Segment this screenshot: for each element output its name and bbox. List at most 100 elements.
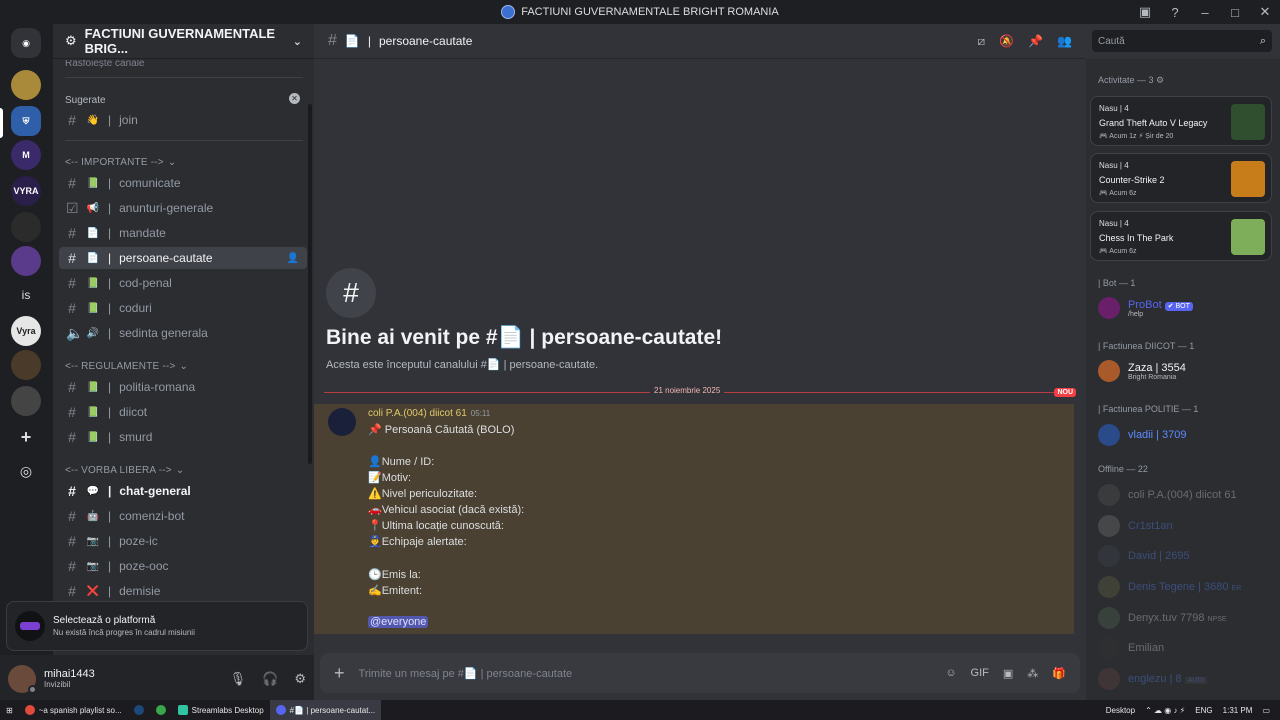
server-icon-vyra-shop[interactable]: VYRA: [11, 176, 41, 206]
activity-card[interactable]: Nasu | 4 Grand Theft Auto V Legacy 🎮 Acu…: [1090, 96, 1272, 146]
server-icon-is[interactable]: is: [11, 280, 41, 310]
minimize-button[interactable]: –: [1190, 5, 1220, 20]
close-button[interactable]: ✕: [1250, 4, 1280, 20]
member-offline[interactable]: Denis Tegene | 3680 ER: [1098, 576, 1241, 598]
channel-poze-ic[interactable]: # 📷 | poze-ic: [59, 530, 307, 552]
gif-icon[interactable]: GIF: [971, 667, 989, 680]
channel-politia-romana[interactable]: # 📗 | politia-romana: [59, 376, 307, 398]
browse-channels[interactable]: Răsfoiește canale: [65, 60, 145, 69]
message-composer[interactable]: + Trimite un mesaj pe #📄 | persoane-caut…: [320, 653, 1080, 693]
category-regulamente[interactable]: <-- REGULAMENTE --> ⌄: [65, 361, 188, 372]
channel-poze-ooc[interactable]: # 📷 | poze-ooc: [59, 555, 307, 577]
everyone-mention[interactable]: @everyone: [368, 616, 429, 628]
voice-channel-sedinta-generala[interactable]: 🔈 🔊 | sedinta generala: [59, 322, 307, 344]
tray-icons[interactable]: ⌃ ☁ ◉ ♪ ⚡: [1145, 706, 1185, 715]
member-offline[interactable]: Emilian: [1098, 637, 1164, 659]
channel-cod-penal[interactable]: # 📗 | cod-penal: [59, 272, 307, 294]
quest-panel[interactable]: Selectează o platformă Nu există încă pr…: [6, 601, 308, 651]
microphone-icon[interactable]: 🎙: [230, 671, 247, 687]
language-indicator[interactable]: ENG: [1195, 706, 1212, 715]
message-input[interactable]: Trimite un mesaj pe #📄 | persoane-cautat…: [359, 667, 573, 680]
threads-icon[interactable]: ⧄: [978, 34, 986, 49]
server-shield-icon: [501, 5, 516, 19]
discover-icon[interactable]: ◎: [11, 456, 41, 486]
help-icon[interactable]: ?: [1160, 5, 1190, 20]
member-offline[interactable]: coli P.A.(004) diicot 61: [1098, 484, 1237, 506]
channel-comenzi-bot[interactable]: # 🤖 | comenzi-bot: [59, 505, 307, 527]
server-icon-comunitate[interactable]: [11, 350, 41, 380]
window-title: FACTIUNI GUVERNAMENTALE BRIGHT ROMANIA: [521, 6, 779, 18]
category-vorba-libera[interactable]: <-- VORBA LIBERA --> ⌄: [65, 465, 184, 476]
channel-persoane-cautate[interactable]: # 📄 | persoane-cautate 👤: [59, 247, 307, 269]
message-line: ⚠️Nivel periculozitate:: [368, 488, 478, 500]
member-zaza[interactable]: Zaza | 3554 Bright Romania: [1098, 360, 1186, 382]
category-importante[interactable]: <-- IMPORTANTE --> ⌄: [65, 157, 176, 168]
taskbar-app[interactable]: [150, 700, 172, 720]
activity-card[interactable]: Nasu | 4 Counter-Strike 2 🎮 Acum 6z: [1090, 153, 1272, 203]
activity-card[interactable]: Nasu | 4 Chess In The Park 🎮 Acum 6z: [1090, 211, 1272, 261]
add-attachment-icon[interactable]: +: [334, 663, 345, 684]
channel-join[interactable]: # 👋 | join: [59, 109, 307, 131]
channel-diicot[interactable]: # 📗 | diicot: [59, 401, 307, 423]
avatar[interactable]: [8, 664, 37, 694]
clock[interactable]: 1:31 PM: [1223, 706, 1253, 715]
taskbar-chrome[interactable]: ~a spanish playlist so...: [19, 700, 128, 720]
member-offline[interactable]: englezu | 8 AUDI: [1098, 668, 1208, 690]
discord-home-icon[interactable]: ◉: [11, 28, 41, 58]
member-vladii[interactable]: vladii | 3709: [1098, 424, 1187, 446]
server-icon-6[interactable]: [11, 246, 41, 276]
member-probot[interactable]: ProBot ✔ BOT/help: [1098, 297, 1193, 319]
message-line: 📝Motiv:: [368, 472, 412, 484]
member-offline[interactable]: David | 2695: [1098, 545, 1190, 567]
member-list-icon[interactable]: 👥: [1057, 34, 1072, 48]
notification-icon[interactable]: ▭: [1262, 706, 1270, 715]
message[interactable]: coli P.A.(004) diicot 61 05:11 📌 Persoană…: [314, 404, 1074, 634]
notifications-muted-icon[interactable]: 🔕: [999, 34, 1014, 48]
headphones-icon[interactable]: 🎧: [262, 671, 278, 687]
close-suggested-icon[interactable]: ✕: [289, 93, 300, 104]
apps-icon[interactable]: ⁂: [1027, 667, 1038, 680]
server-icon-3[interactable]: M: [11, 140, 41, 170]
role-header: | Factiunea POLITIE — 1: [1098, 404, 1199, 414]
server-icon-1[interactable]: [11, 70, 41, 100]
channel-anunturi-generale[interactable]: ☑ 📢 | anunturi-generale: [59, 197, 307, 219]
window-titlebar: FACTIUNI GUVERNAMENTALE BRIGHT ROMANIA ▣…: [0, 0, 1280, 24]
suggested-label: Sugerate: [65, 95, 106, 106]
search-input[interactable]: Caută ⌕: [1092, 30, 1272, 52]
gear-icon[interactable]: ⚙: [294, 671, 306, 687]
pin-icon[interactable]: 📌: [1028, 34, 1043, 48]
server-icon-5[interactable]: [11, 212, 41, 242]
desktop-label[interactable]: Desktop: [1106, 706, 1135, 715]
channel-comunicate[interactable]: # 📗 | comunicate: [59, 172, 307, 194]
message-avatar[interactable]: [328, 408, 356, 436]
server-icon-10[interactable]: [11, 386, 41, 416]
channel-coduri[interactable]: # 📗 | coduri: [59, 297, 307, 319]
member-offline[interactable]: Cr1st1an: [1098, 515, 1173, 537]
welcome-subtitle: Acesta este începutul canalului #📄 | per…: [326, 359, 599, 371]
taskbar-streamlabs[interactable]: Streamlabs Desktop: [172, 700, 270, 720]
channel-mandate[interactable]: # 📄 | mandate: [59, 222, 307, 244]
add-server-icon[interactable]: +: [11, 422, 41, 452]
member-offline[interactable]: Denyx.tuv 7798 NPSE: [1098, 607, 1227, 629]
inbox-icon[interactable]: ▣: [1130, 4, 1160, 20]
channel-smurd[interactable]: # 📗 | smurd: [59, 426, 307, 448]
taskbar-steam[interactable]: [128, 700, 150, 720]
member-list: Activitate — 3 ⚙ Nasu | 4 Grand Theft Au…: [1086, 59, 1280, 702]
server-icon-vyra-market[interactable]: Vyra: [11, 316, 41, 346]
channel-chat-general[interactable]: # 💬 | chat-general: [59, 480, 307, 502]
create-invite-icon[interactable]: 👤: [287, 253, 299, 264]
server-header[interactable]: ⚙ FACTIUNI GUVERNAMENTALE BRIG... ⌄: [53, 24, 314, 59]
channel-scrollbar[interactable]: [308, 104, 312, 464]
start-button[interactable]: ⊞: [0, 700, 19, 720]
server-icon-active[interactable]: ⛨: [11, 106, 41, 136]
maximize-button[interactable]: □: [1220, 5, 1250, 20]
activity-header: Activitate — 3 ⚙: [1098, 75, 1165, 85]
sticker-icon[interactable]: ▣: [1003, 667, 1013, 680]
gift-icon[interactable]: 🎁: [1052, 667, 1066, 680]
message-author[interactable]: coli P.A.(004) diicot 61: [368, 408, 467, 419]
taskbar-discord[interactable]: #📄 | persoane-cautat...: [269, 700, 382, 720]
channel-title: persoane-cautate: [378, 34, 473, 48]
emoji-picker-icon[interactable]: ☺: [945, 667, 956, 680]
channel-demisie[interactable]: # ❌ | demisie: [59, 580, 307, 602]
username[interactable]: mihai1443: [44, 668, 95, 680]
